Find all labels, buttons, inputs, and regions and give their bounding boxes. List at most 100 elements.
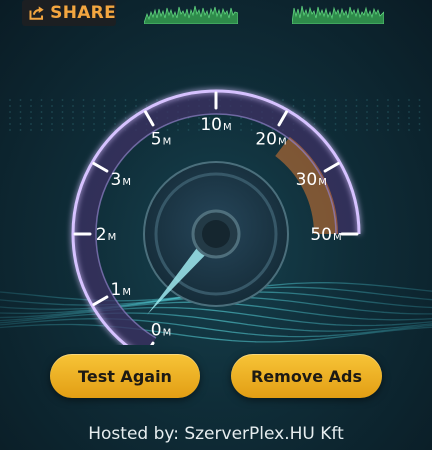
background-dot xyxy=(418,105,421,107)
background-dot xyxy=(103,105,106,107)
background-dot xyxy=(282,99,284,101)
background-dot xyxy=(324,105,326,107)
background-dot xyxy=(240,123,242,125)
background-dot xyxy=(250,123,253,125)
background-dot xyxy=(61,117,64,119)
gauge-label-number: 3 xyxy=(111,170,122,190)
background-dot xyxy=(408,129,410,131)
background-dot xyxy=(376,117,379,119)
background-dot xyxy=(376,105,379,107)
gauge-label: 2M xyxy=(96,225,116,245)
gauge-label-unit: M xyxy=(122,287,131,298)
background-dot xyxy=(93,123,95,125)
background-dot xyxy=(366,111,368,113)
background-dot xyxy=(93,117,95,119)
wave-line xyxy=(0,312,432,332)
background-dot xyxy=(397,123,400,125)
background-dot xyxy=(114,105,116,107)
background-dot xyxy=(366,123,368,125)
background-dot xyxy=(397,117,400,119)
background-dot xyxy=(334,129,337,131)
background-dot xyxy=(114,111,116,113)
background-dot xyxy=(376,129,379,131)
background-dot xyxy=(324,111,326,113)
background-dot xyxy=(313,117,316,119)
background-dot xyxy=(345,99,347,101)
gauge-label-unit: M xyxy=(333,232,342,243)
background-dot xyxy=(93,105,95,107)
background-dot xyxy=(19,129,22,131)
gauge-label: 5M xyxy=(151,130,171,150)
background-dot xyxy=(135,105,137,107)
background-dot xyxy=(135,111,137,113)
background-dot xyxy=(408,111,410,113)
background-dot xyxy=(324,117,326,119)
gauge-label-unit: M xyxy=(108,232,117,243)
background-dot xyxy=(355,129,358,131)
background-dot xyxy=(30,117,32,119)
background-dot xyxy=(229,117,232,119)
background-dot xyxy=(387,111,389,113)
background-dot xyxy=(166,129,169,131)
background-dot xyxy=(292,105,295,107)
background-dot xyxy=(345,111,347,113)
background-dot xyxy=(30,105,32,107)
background-dot xyxy=(82,129,85,131)
background-dot xyxy=(303,111,305,113)
test-again-button[interactable]: Test Again xyxy=(50,354,200,398)
background-dot xyxy=(40,123,43,125)
background-dot xyxy=(124,105,127,107)
background-dot xyxy=(387,99,389,101)
background-dot xyxy=(313,105,316,107)
background-dot xyxy=(418,123,421,125)
background-dot xyxy=(313,99,316,101)
background-dot xyxy=(40,105,43,107)
background-dot xyxy=(19,111,22,113)
background-dot xyxy=(103,123,106,125)
needle-hub-center xyxy=(202,220,230,248)
gauge-label-unit: M xyxy=(278,137,287,148)
hosted-by-text: Hosted by: SzerverPlex.HU Kft xyxy=(88,424,344,444)
background-dot xyxy=(51,111,53,113)
background-dot xyxy=(324,123,326,125)
background-dot xyxy=(103,99,106,101)
background-dot xyxy=(303,105,305,107)
remove-ads-button[interactable]: Remove Ads xyxy=(231,354,382,398)
background-dot xyxy=(418,99,421,101)
background-dot xyxy=(303,99,305,101)
background-dot xyxy=(61,99,64,101)
background-dot xyxy=(324,99,326,101)
background-dot xyxy=(51,117,53,119)
wave-line xyxy=(0,323,432,343)
background-dot xyxy=(334,117,337,119)
background-dot xyxy=(156,99,158,101)
background-dot xyxy=(93,99,95,101)
background-dot xyxy=(82,99,85,101)
gauge-label-number: 50 xyxy=(310,225,332,245)
background-dot xyxy=(177,123,179,125)
gauge-label-number: 30 xyxy=(296,170,318,190)
background-dot xyxy=(345,123,347,125)
background-dot xyxy=(418,129,421,131)
background-dot xyxy=(61,111,64,113)
background-dot xyxy=(19,123,22,125)
gauge-label-number: 0 xyxy=(151,320,162,340)
background-dot xyxy=(334,105,337,107)
background-dot xyxy=(9,111,11,113)
background-dot xyxy=(9,105,11,107)
background-dot xyxy=(72,111,74,113)
background-dot xyxy=(51,105,53,107)
background-dot xyxy=(61,129,64,131)
background-dot xyxy=(345,129,347,131)
background-dot xyxy=(51,99,53,101)
background-dot xyxy=(324,129,326,131)
background-dot xyxy=(19,105,22,107)
background-dot xyxy=(397,129,400,131)
background-dot xyxy=(240,129,242,131)
gauge-label-unit: M xyxy=(122,177,131,188)
background-dot xyxy=(51,129,53,131)
background-dot xyxy=(187,129,190,131)
background-dot xyxy=(418,117,421,119)
background-dot xyxy=(51,123,53,125)
background-dot xyxy=(114,99,116,101)
